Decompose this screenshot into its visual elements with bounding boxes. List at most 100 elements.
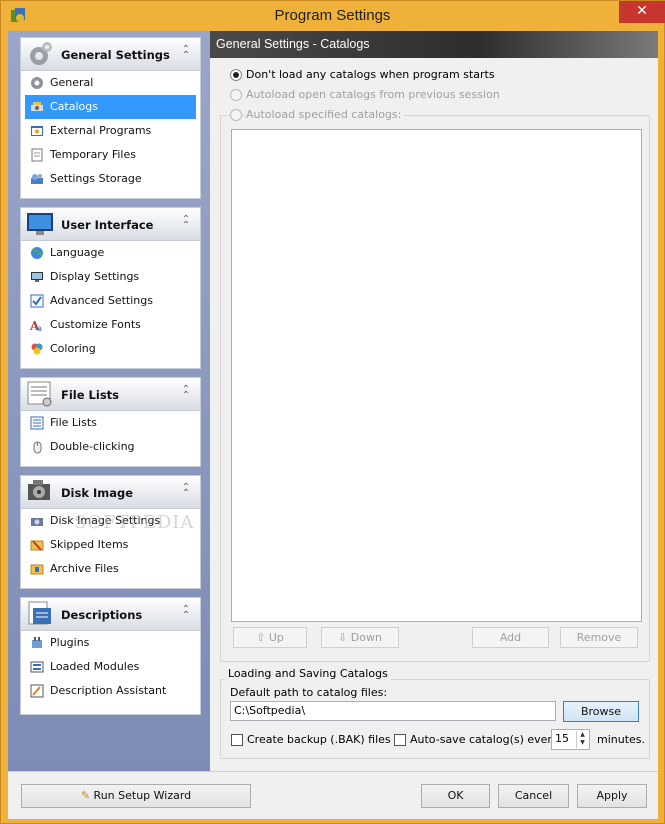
sidebar-item-label: Catalogs xyxy=(50,100,98,113)
collapse-icon[interactable]: ⌃ ⌃ xyxy=(180,483,192,499)
sidebar-item-label: Language xyxy=(50,246,105,259)
browse-button[interactable]: Browse xyxy=(563,701,639,722)
group-header-general-settings[interactable]: General Settings ⌃ ⌃ xyxy=(21,38,200,71)
plugin-icon xyxy=(32,637,42,648)
sidebar-item-coloring[interactable]: Coloring xyxy=(21,337,200,361)
font-icon: Aa xyxy=(30,319,42,332)
group-title: General Settings xyxy=(61,48,170,62)
sidebar-item-external-programs[interactable]: External Programs xyxy=(21,119,200,143)
spin-arrows-icon[interactable]: ▲ ▼ xyxy=(576,731,588,748)
file-list-icon xyxy=(27,381,52,407)
gear-icon xyxy=(31,77,43,89)
create-backup-checkbox[interactable] xyxy=(231,734,243,746)
collapse-icon[interactable]: ⌃ ⌃ xyxy=(180,45,192,61)
cancel-button[interactable]: Cancel xyxy=(498,784,569,808)
sidebar-item-customize-fonts[interactable]: Aa Customize Fonts xyxy=(21,313,200,337)
close-icon: ✕ xyxy=(636,3,648,19)
sidebar-item-label: Loaded Modules xyxy=(50,660,140,673)
group-header-file-lists[interactable]: File Lists ⌃ ⌃ xyxy=(21,378,200,411)
archive-icon xyxy=(30,564,44,575)
sidebar-item-label: Display Settings xyxy=(50,270,140,283)
radio-dont-load-label[interactable]: Don't load any catalogs when program sta… xyxy=(246,68,495,81)
catalog-icon xyxy=(31,102,43,111)
bottom-bar: ✎ Run Setup Wizard OK Cancel Apply xyxy=(8,771,658,819)
sidebar-item-display-settings[interactable]: Display Settings xyxy=(21,265,200,289)
ok-button[interactable]: OK xyxy=(421,784,490,808)
panel-title: General Settings - Catalogs xyxy=(210,31,658,58)
client-area: General Settings ⌃ ⌃ General Catalogs Ext… xyxy=(8,31,658,819)
up-arrow-icon: ⇧ xyxy=(256,631,269,644)
group-general-settings: General Settings ⌃ ⌃ General Catalogs Ext… xyxy=(20,37,201,199)
up-button[interactable]: ⇧ Up xyxy=(233,627,307,648)
title-bar[interactable]: Program Settings ✕ xyxy=(1,1,665,31)
auto-save-checkbox[interactable] xyxy=(394,734,406,746)
sidebar-item-label: General xyxy=(50,76,94,89)
skipped-items-icon xyxy=(30,540,44,551)
palette-icon xyxy=(31,343,43,355)
sidebar-item-double-clicking[interactable]: Double-clicking xyxy=(21,435,200,459)
svg-text:a: a xyxy=(37,324,42,332)
monitor-icon xyxy=(27,213,53,235)
main-panel: General Settings - Catalogs Don't load a… xyxy=(210,31,658,771)
auto-save-minutes-input[interactable]: 15 ▲ ▼ xyxy=(551,729,590,750)
down-arrow-icon: ⇩ xyxy=(338,631,351,644)
collapse-icon[interactable]: ⌃ ⌃ xyxy=(180,385,192,401)
sidebar-item-label: Settings Storage xyxy=(50,172,142,185)
run-setup-wizard-button[interactable]: ✎ Run Setup Wizard xyxy=(21,784,251,808)
radio-autoload-open-label: Autoload open catalogs from previous ses… xyxy=(246,88,500,101)
temporary-files-icon xyxy=(31,148,43,162)
sidebar-item-file-lists[interactable]: File Lists xyxy=(21,411,200,435)
sidebar-item-archive-files[interactable]: Archive Files xyxy=(21,557,200,581)
assistant-icon xyxy=(30,684,44,698)
group-title: Disk Image xyxy=(61,486,134,500)
sidebar-item-label: Temporary Files xyxy=(50,148,136,161)
sidebar-item-description-assistant[interactable]: Description Assistant xyxy=(21,679,200,703)
modules-icon xyxy=(30,661,44,673)
radio-dont-load[interactable] xyxy=(230,69,242,81)
sidebar-item-label: Archive Files xyxy=(50,562,119,575)
globe-icon xyxy=(31,247,43,259)
sidebar-item-advanced-settings[interactable]: Advanced Settings xyxy=(21,289,200,313)
remove-button[interactable]: Remove xyxy=(560,627,638,648)
program-settings-window: Program Settings ✕ General Settings ⌃ ⌃ G… xyxy=(0,0,665,824)
group-header-descriptions[interactable]: Descriptions ⌃ ⌃ xyxy=(21,598,200,631)
sidebar-item-general[interactable]: General xyxy=(21,71,200,95)
window-title: Program Settings xyxy=(274,7,391,24)
sidebar-item-settings-storage[interactable]: Settings Storage xyxy=(21,167,200,191)
descriptions-icon xyxy=(28,601,51,625)
settings-storage-icon xyxy=(31,174,43,184)
group-header-disk-image[interactable]: Disk Image ⌃ ⌃ xyxy=(21,476,200,509)
gears-icon xyxy=(30,42,52,65)
sidebar-item-label: Double-clicking xyxy=(50,440,135,453)
sidebar-item-temporary-files[interactable]: Temporary Files xyxy=(21,143,200,167)
sidebar-item-label: Advanced Settings xyxy=(50,294,153,307)
radio-autoload-specified-label: Autoload specified catalogs: xyxy=(246,108,405,121)
auto-save-label[interactable]: Auto-save catalog(s) every xyxy=(410,733,558,746)
group-header-user-interface[interactable]: User Interface ⌃ ⌃ xyxy=(21,208,200,241)
group-title: User Interface xyxy=(61,218,154,232)
sidebar-item-catalogs[interactable]: Catalogs xyxy=(25,95,196,119)
wand-icon: ✎ xyxy=(80,789,94,802)
sidebar-item-label: File Lists xyxy=(50,416,97,429)
down-button[interactable]: ⇩ Down xyxy=(321,627,399,648)
minutes-label: minutes. xyxy=(597,733,646,746)
group-title: Descriptions xyxy=(61,608,143,622)
sidebar-item-language[interactable]: Language xyxy=(21,241,200,265)
catalog-listbox[interactable] xyxy=(231,129,642,622)
apply-button[interactable]: Apply xyxy=(577,784,647,808)
sidebar-item-loaded-modules[interactable]: Loaded Modules xyxy=(21,655,200,679)
disk-settings-icon xyxy=(31,518,43,526)
sidebar-item-plugins[interactable]: Plugins xyxy=(21,631,200,655)
checklist-icon xyxy=(30,294,44,308)
collapse-icon[interactable]: ⌃ ⌃ xyxy=(180,215,192,231)
collapse-icon[interactable]: ⌃ ⌃ xyxy=(180,605,192,621)
sidebar-item-skipped-items[interactable]: Skipped Items xyxy=(21,533,200,557)
default-path-input[interactable]: C:\Softpedia\ xyxy=(230,701,556,721)
group-user-interface: User Interface ⌃ ⌃ Language Display Setti… xyxy=(20,207,201,369)
radio-autoload-specified xyxy=(230,109,242,121)
sidebar: General Settings ⌃ ⌃ General Catalogs Ext… xyxy=(8,31,210,771)
close-button[interactable]: ✕ xyxy=(619,1,665,23)
add-button[interactable]: Add xyxy=(472,627,549,648)
create-backup-label[interactable]: Create backup (.BAK) files xyxy=(247,733,391,746)
loading-saving-title: Loading and Saving Catalogs xyxy=(225,667,391,680)
